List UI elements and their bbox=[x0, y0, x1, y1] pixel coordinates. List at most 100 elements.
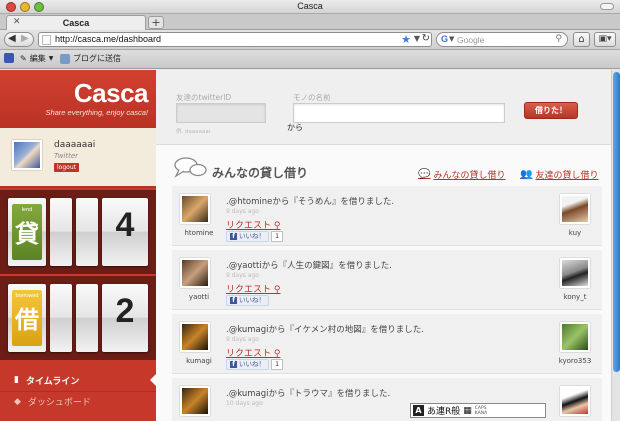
everyone-link-label: みんなの貸し借り bbox=[433, 171, 506, 181]
url-text[interactable]: http://casca.me/dashboard bbox=[55, 34, 161, 44]
page-scrollbar[interactable] bbox=[611, 70, 620, 421]
user-profile: daaaaaai Twitter logout bbox=[0, 128, 156, 188]
bookmark-blog[interactable]: ブログに送信 bbox=[60, 53, 121, 64]
bookmark-edit[interactable]: ✎ 編集 ▼ bbox=[20, 53, 53, 64]
avatar[interactable] bbox=[560, 258, 590, 288]
sidebar-item-timeline[interactable]: ▮ タイムライン bbox=[0, 370, 156, 390]
like-widget: f いいね！ bbox=[226, 295, 269, 306]
like-button[interactable]: f いいね！ bbox=[226, 359, 269, 370]
avatar[interactable] bbox=[560, 386, 590, 416]
feed-time: 9 days ago bbox=[226, 272, 259, 279]
profile-service: Twitter bbox=[54, 152, 79, 160]
google-icon[interactable]: G bbox=[441, 34, 448, 44]
feed-time: 9 days ago bbox=[226, 336, 259, 343]
facebook-icon: f bbox=[230, 297, 237, 304]
address-bar[interactable]: http://casca.me/dashboard ★ ▼ ↻ bbox=[38, 32, 432, 47]
avatar[interactable] bbox=[180, 258, 210, 288]
back-forward-group: ◀ ▶ bbox=[4, 32, 34, 47]
request-icon: ⚲ bbox=[273, 349, 281, 359]
friends-link[interactable]: 👥 友達の貸し借り bbox=[520, 168, 598, 181]
facebook-icon: f bbox=[230, 361, 237, 368]
app-icon bbox=[4, 53, 14, 63]
borrow-count: 2 bbox=[115, 292, 135, 330]
feed-header: みんなの貸し借り 💬 みんなの貸し借り 👥 友達の貸し借り bbox=[156, 146, 620, 184]
lend-counter[interactable]: lend 貸 4 bbox=[0, 190, 156, 274]
request-link[interactable]: リクエスト ⚲ bbox=[226, 346, 280, 359]
back-arrow-icon[interactable]: ◀ bbox=[8, 33, 16, 44]
tab-casca[interactable]: ✕ Casca bbox=[6, 15, 146, 30]
borrow-counter[interactable]: borrowed 借 2 bbox=[0, 276, 156, 360]
feed-text: .@kumagiから『イケメン村の地図』を借りました. bbox=[226, 325, 424, 335]
borrowed-submit-button[interactable]: 借りた！ bbox=[524, 102, 578, 119]
home-button[interactable]: ⌂ bbox=[573, 32, 590, 47]
page-menu-button[interactable]: ▣▾ bbox=[594, 32, 616, 47]
request-link[interactable]: リクエスト ⚲ bbox=[226, 218, 280, 231]
profile-name: daaaaaai bbox=[54, 140, 96, 150]
lender-name[interactable]: kyoro353 bbox=[548, 357, 602, 365]
tag-icon: ◆ bbox=[14, 396, 21, 407]
avatar[interactable] bbox=[180, 386, 210, 416]
window-titlebar: Casca bbox=[0, 0, 620, 14]
facebook-icon: f bbox=[230, 233, 237, 240]
search-icon[interactable]: ⚲ bbox=[555, 34, 562, 44]
friend-id-field[interactable] bbox=[176, 103, 266, 123]
bookmark-edit-label: 編集 bbox=[29, 54, 46, 63]
request-icon: ⚲ bbox=[273, 285, 281, 295]
forward-arrow-icon[interactable]: ▶ bbox=[21, 33, 29, 44]
navigation-bar: ◀ ▶ http://casca.me/dashboard ★ ▼ ↻ G ▼ … bbox=[0, 30, 620, 50]
scrollbar-thumb[interactable] bbox=[613, 72, 620, 372]
sidebar-item-dashboard[interactable]: ◆ ダッシュボード bbox=[0, 391, 156, 411]
main-content: 友達のtwitterID 例. daaaaaai から モノの名前 借りた！ み… bbox=[156, 70, 620, 421]
reload-icon[interactable]: ↻ bbox=[422, 33, 430, 44]
bookmark-star-icon[interactable]: ★ bbox=[401, 33, 411, 46]
new-tab-button[interactable]: + bbox=[148, 16, 164, 29]
ime-text: あ連R般 bbox=[427, 407, 461, 417]
search-engine-dropdown-icon[interactable]: ▼ bbox=[449, 35, 454, 43]
page-icon bbox=[42, 35, 51, 45]
like-count: 1 bbox=[271, 231, 284, 242]
avatar[interactable] bbox=[560, 194, 590, 224]
tab-bar: ✕ Casca + bbox=[0, 14, 620, 30]
like-button[interactable]: f いいね！ bbox=[226, 231, 269, 242]
borrow-kanji-tile: borrowed 借 bbox=[12, 290, 42, 346]
feed-title: みんなの貸し借り bbox=[212, 166, 309, 180]
request-label: リクエスト bbox=[226, 285, 272, 295]
item-name-field[interactable] bbox=[293, 103, 505, 123]
everyone-link[interactable]: 💬 みんなの貸し借り bbox=[418, 168, 505, 181]
history-dropdown-icon[interactable]: ▼ bbox=[414, 34, 420, 43]
search-input[interactable]: G ▼ Google ⚲ bbox=[436, 32, 568, 47]
borrower-name[interactable]: kumagi bbox=[172, 357, 226, 365]
borrower-name[interactable]: yaotti bbox=[172, 293, 226, 301]
bookmark-app-icon[interactable] bbox=[4, 53, 14, 63]
lend-count: 4 bbox=[115, 206, 135, 244]
like-widget: f いいね！ 1 bbox=[226, 359, 284, 370]
toolbar-toggle-button[interactable] bbox=[600, 3, 614, 10]
pencil-icon: ✎ bbox=[20, 54, 27, 63]
search-placeholder: Google bbox=[457, 35, 485, 45]
avatar[interactable] bbox=[12, 140, 42, 170]
window-title: Casca bbox=[297, 1, 323, 11]
ime-palette[interactable]: A あ連R般 ▦ CAPS KANA bbox=[410, 403, 546, 418]
borrow-sub-label: borrowed bbox=[15, 293, 39, 299]
logo-area: Casca Share everything, enjoy casca! bbox=[0, 70, 156, 128]
blog-icon bbox=[60, 53, 70, 64]
borrow-form: 友達のtwitterID 例. daaaaaai から モノの名前 借りた！ bbox=[156, 70, 620, 145]
site-logo[interactable]: Casca bbox=[74, 78, 149, 109]
avatar[interactable] bbox=[560, 322, 590, 352]
avatar[interactable] bbox=[180, 322, 210, 352]
feed-time: 10 days ago bbox=[226, 400, 263, 407]
avatar[interactable] bbox=[180, 194, 210, 224]
borrower-name[interactable]: htomine bbox=[172, 229, 226, 237]
lender-name[interactable]: kuy bbox=[548, 229, 602, 237]
people-icon: 👥 bbox=[520, 169, 533, 180]
lender-name[interactable]: kony_t bbox=[548, 293, 602, 301]
tab-title: Casca bbox=[62, 18, 90, 28]
request-link[interactable]: リクエスト ⚲ bbox=[226, 282, 280, 295]
like-button[interactable]: f いいね！ bbox=[226, 295, 269, 306]
request-label: リクエスト bbox=[226, 221, 272, 231]
ime-mode[interactable]: A bbox=[413, 405, 424, 416]
chevron-down-icon: ▼ bbox=[48, 55, 54, 62]
logout-button[interactable]: logout bbox=[54, 163, 79, 172]
kara-label: から bbox=[287, 123, 303, 132]
request-label: リクエスト bbox=[226, 349, 272, 359]
